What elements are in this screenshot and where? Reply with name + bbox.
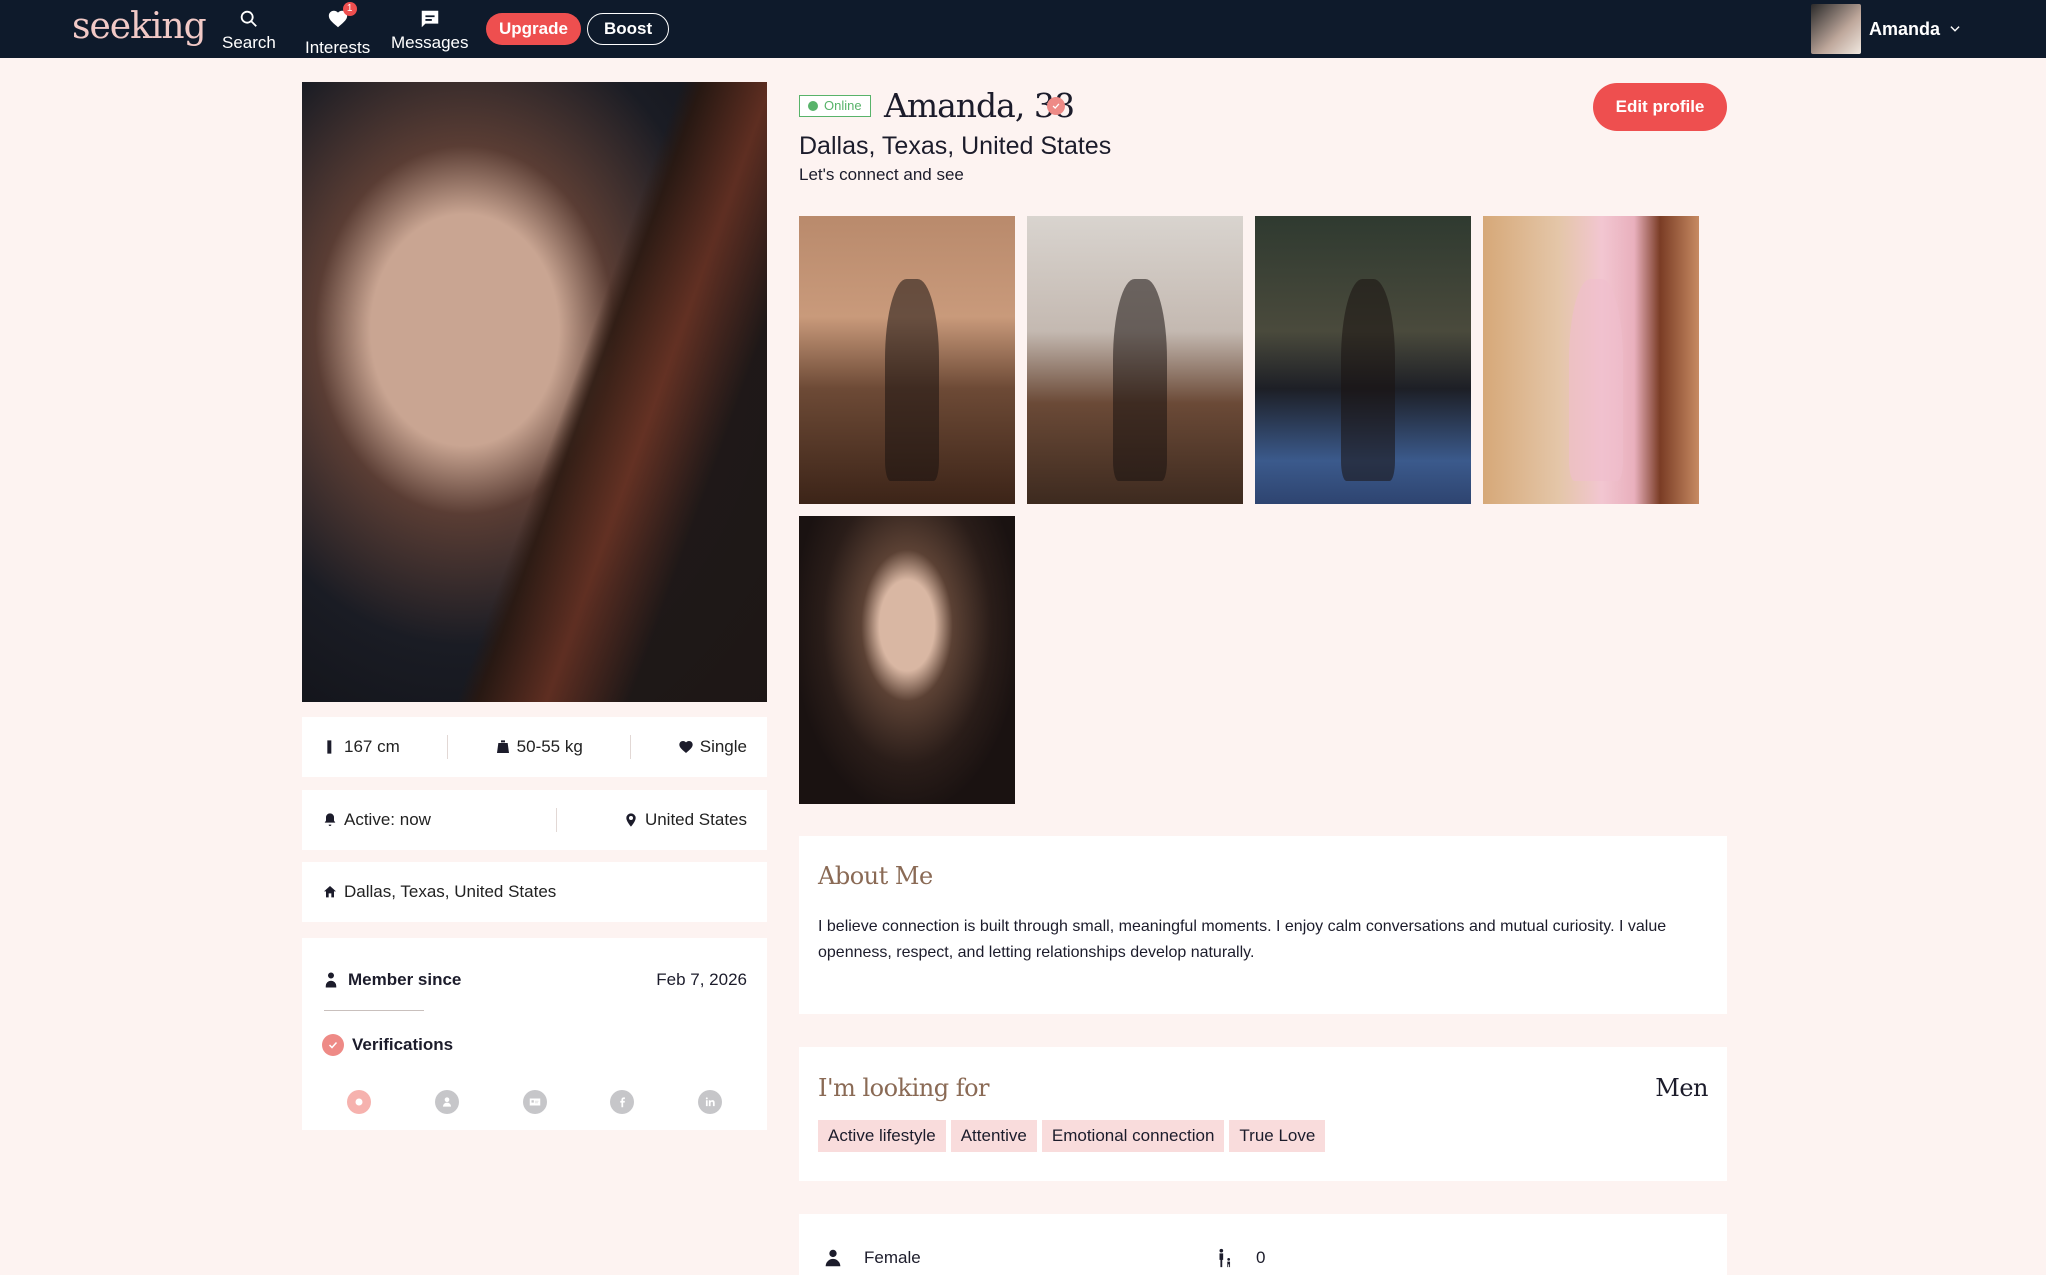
home-card: Dallas, Texas, United States [302, 862, 767, 922]
gallery-photo[interactable] [799, 216, 1015, 504]
gallery-photo[interactable] [799, 516, 1015, 804]
active-value: Active: now [344, 810, 431, 829]
divider [556, 808, 558, 832]
search-icon [240, 10, 257, 27]
photo-figure [1341, 279, 1396, 481]
country-value: United States [644, 810, 747, 829]
divider [446, 735, 448, 759]
gallery-photo[interactable] [1027, 216, 1243, 504]
height-stat: 167 cm [322, 737, 400, 757]
user-name: Amanda [1869, 18, 1941, 39]
interests-badge: 1 [342, 2, 357, 16]
tag-chip: Active lifestyle [818, 1120, 946, 1152]
chat-icon [421, 10, 438, 28]
top-navbar: seeking Search 1 Interests Messages Upgr… [0, 0, 2046, 58]
looking-for-panel: I'm looking for Men Active lifestyle Att… [799, 1047, 1727, 1181]
active-stat: Active: now [322, 810, 431, 830]
gender-value: Female [864, 1248, 921, 1267]
facebook-icon[interactable] [610, 1090, 635, 1114]
tag-chip: Emotional connection [1041, 1120, 1225, 1152]
main-profile-photo[interactable] [302, 82, 767, 702]
about-me-panel: About Me I believe connection is built t… [799, 836, 1727, 1014]
profile-name: Amanda, 38 [884, 86, 1075, 125]
height-value: 167 cm [344, 737, 400, 756]
gallery-photo[interactable] [1255, 216, 1471, 504]
id-verification-icon[interactable] [522, 1090, 547, 1114]
person-icon [825, 1249, 841, 1267]
nav-interests[interactable]: 1 Interests [305, 2, 371, 58]
online-status-badge: Online [799, 95, 871, 117]
tag-chip: True Love [1229, 1120, 1326, 1152]
nav-search[interactable]: Search [222, 8, 276, 53]
photo-verification-icon[interactable] [347, 1090, 371, 1114]
photo-figure [1113, 279, 1168, 481]
stats-card-body: 167 cm 50-55 kg Single [302, 717, 767, 777]
ruler-icon [327, 740, 332, 754]
profile-location: Dallas, Texas, United States [799, 132, 1112, 160]
member-since-label: Member since [348, 970, 462, 989]
tag-chip: Attentive [950, 1120, 1037, 1152]
divider [324, 1010, 424, 1011]
parent-child-icon [1219, 1248, 1231, 1268]
verification-icons [302, 1090, 767, 1114]
location-pin-icon [626, 813, 636, 827]
looking-for-value: Men [1655, 1074, 1708, 1102]
nav-interests-label: Interests [305, 38, 371, 57]
about-me-title: About Me [818, 862, 933, 890]
member-icon [325, 972, 337, 988]
profile-tagline: Let's connect and see [799, 165, 964, 184]
chevron-down-icon [1950, 26, 1960, 32]
verifications-label-wrap: Verifications [322, 1034, 453, 1056]
edit-profile-button[interactable]: Edit profile [1593, 83, 1727, 131]
avatar [1811, 4, 1861, 54]
nav-messages[interactable]: Messages [391, 8, 468, 53]
verified-icon [1047, 97, 1065, 115]
photo-figure [1569, 279, 1624, 481]
gender-row: Female [822, 1247, 921, 1269]
bell-icon [324, 813, 336, 826]
looking-for-tags: Active lifestyle Attentive Emotional con… [818, 1120, 1326, 1152]
home-value: Dallas, Texas, United States [344, 882, 557, 901]
nav-messages-label: Messages [391, 33, 469, 52]
divider [629, 735, 631, 759]
scale-icon [496, 740, 509, 753]
photo-figure [885, 279, 940, 481]
gallery-photo[interactable] [1483, 216, 1699, 504]
photo-overlay [302, 82, 767, 702]
verifications-label: Verifications [352, 1035, 454, 1054]
home-stat: Dallas, Texas, United States [322, 882, 556, 902]
heart-icon [679, 741, 693, 753]
about-me-text: I believe connection is built through sm… [818, 918, 1667, 961]
relationship-value: Single [699, 737, 747, 756]
boost-button[interactable]: Boost [587, 13, 670, 45]
country-stat: United States [623, 810, 747, 830]
nav-search-label: Search [222, 33, 276, 52]
weight-stat: 50-55 kg [495, 737, 583, 757]
upgrade-button[interactable]: Upgrade [486, 13, 581, 45]
profile-verification-icon[interactable] [434, 1090, 459, 1114]
heart-icon-wrap: 1 [327, 2, 357, 38]
member-since-date: Feb 7, 2026 [656, 970, 747, 989]
activity-card: Active: now United States [302, 790, 767, 850]
children-value: 0 [1256, 1248, 1266, 1267]
relationship-stat: Single [678, 737, 747, 757]
seeking-logo[interactable]: seeking [72, 6, 207, 47]
membership-card: Member since Feb 7, 2026 Verifications [302, 938, 767, 1130]
linkedin-icon[interactable] [698, 1090, 722, 1114]
member-since-label-wrap: Member since [322, 970, 461, 990]
user-menu[interactable]: Amanda [1811, 4, 1962, 54]
children-row: 0 [1214, 1247, 1265, 1269]
home-icon [324, 886, 336, 898]
check-circle-icon [322, 1034, 344, 1056]
looking-for-title: I'm looking for [818, 1074, 990, 1102]
details-panel: Female 0 [799, 1214, 1727, 1275]
weight-value: 50-55 kg [516, 737, 583, 756]
